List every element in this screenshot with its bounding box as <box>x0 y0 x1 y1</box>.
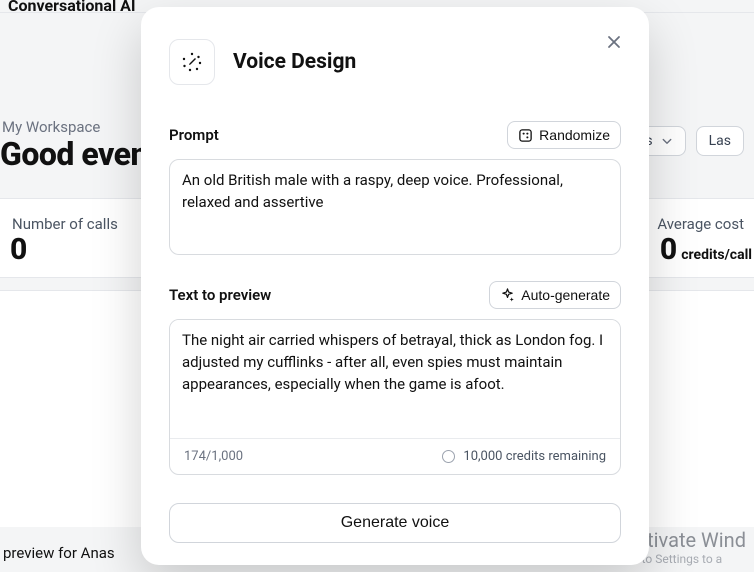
close-button[interactable] <box>601 29 627 55</box>
preview-box: 174/1,000 10,000 credits remaining <box>169 319 621 475</box>
randomize-button[interactable]: Randomize <box>507 121 621 149</box>
prompt-section: Prompt Randomize <box>169 121 621 259</box>
prompt-textarea[interactable] <box>169 159 621 255</box>
average-cost-value: 0 <box>660 232 677 267</box>
randomize-label: Randomize <box>539 127 610 143</box>
char-count: 174/1,000 <box>184 449 243 464</box>
randomize-icon <box>518 128 533 143</box>
preview-footer: 174/1,000 10,000 credits remaining <box>170 438 620 474</box>
preview-textarea[interactable] <box>170 320 620 438</box>
prompt-label: Prompt <box>169 126 219 144</box>
auto-generate-button[interactable]: Auto-generate <box>489 281 621 309</box>
workspace-label: My Workspace <box>2 118 100 136</box>
modal-title: Voice Design <box>233 50 356 74</box>
credits-remaining[interactable]: 10,000 credits remaining <box>442 449 606 464</box>
radio-icon <box>442 450 455 463</box>
number-of-calls-label: Number of calls <box>12 215 118 233</box>
preview-label: Text to preview <box>169 286 271 304</box>
preview-section: Text to preview Auto-generate 174/1,000 … <box>169 281 621 475</box>
close-icon <box>607 35 621 49</box>
modal-header: Voice Design <box>169 39 621 85</box>
auto-generate-label: Auto-generate <box>521 287 610 303</box>
voice-design-icon <box>179 49 205 75</box>
number-of-calls-value: 0 <box>10 232 27 267</box>
average-cost-unit: credits/call <box>681 247 752 263</box>
average-cost-label: Average cost <box>657 215 744 233</box>
average-cost-value-wrap: 0 credits/call <box>660 232 752 267</box>
sparkle-icon <box>500 288 515 303</box>
last-filter-label: Las <box>709 133 731 149</box>
voice-design-logo <box>169 39 215 85</box>
last-filter[interactable]: Las <box>696 126 744 156</box>
voice-design-modal: Voice Design Prompt Randomize Text to pr… <box>141 7 649 565</box>
generate-voice-button[interactable]: Generate voice <box>169 503 621 543</box>
chevron-down-icon <box>661 135 673 147</box>
bottom-preview-text: preview for Anas <box>3 544 115 562</box>
credits-text: 10,000 credits remaining <box>463 449 606 464</box>
